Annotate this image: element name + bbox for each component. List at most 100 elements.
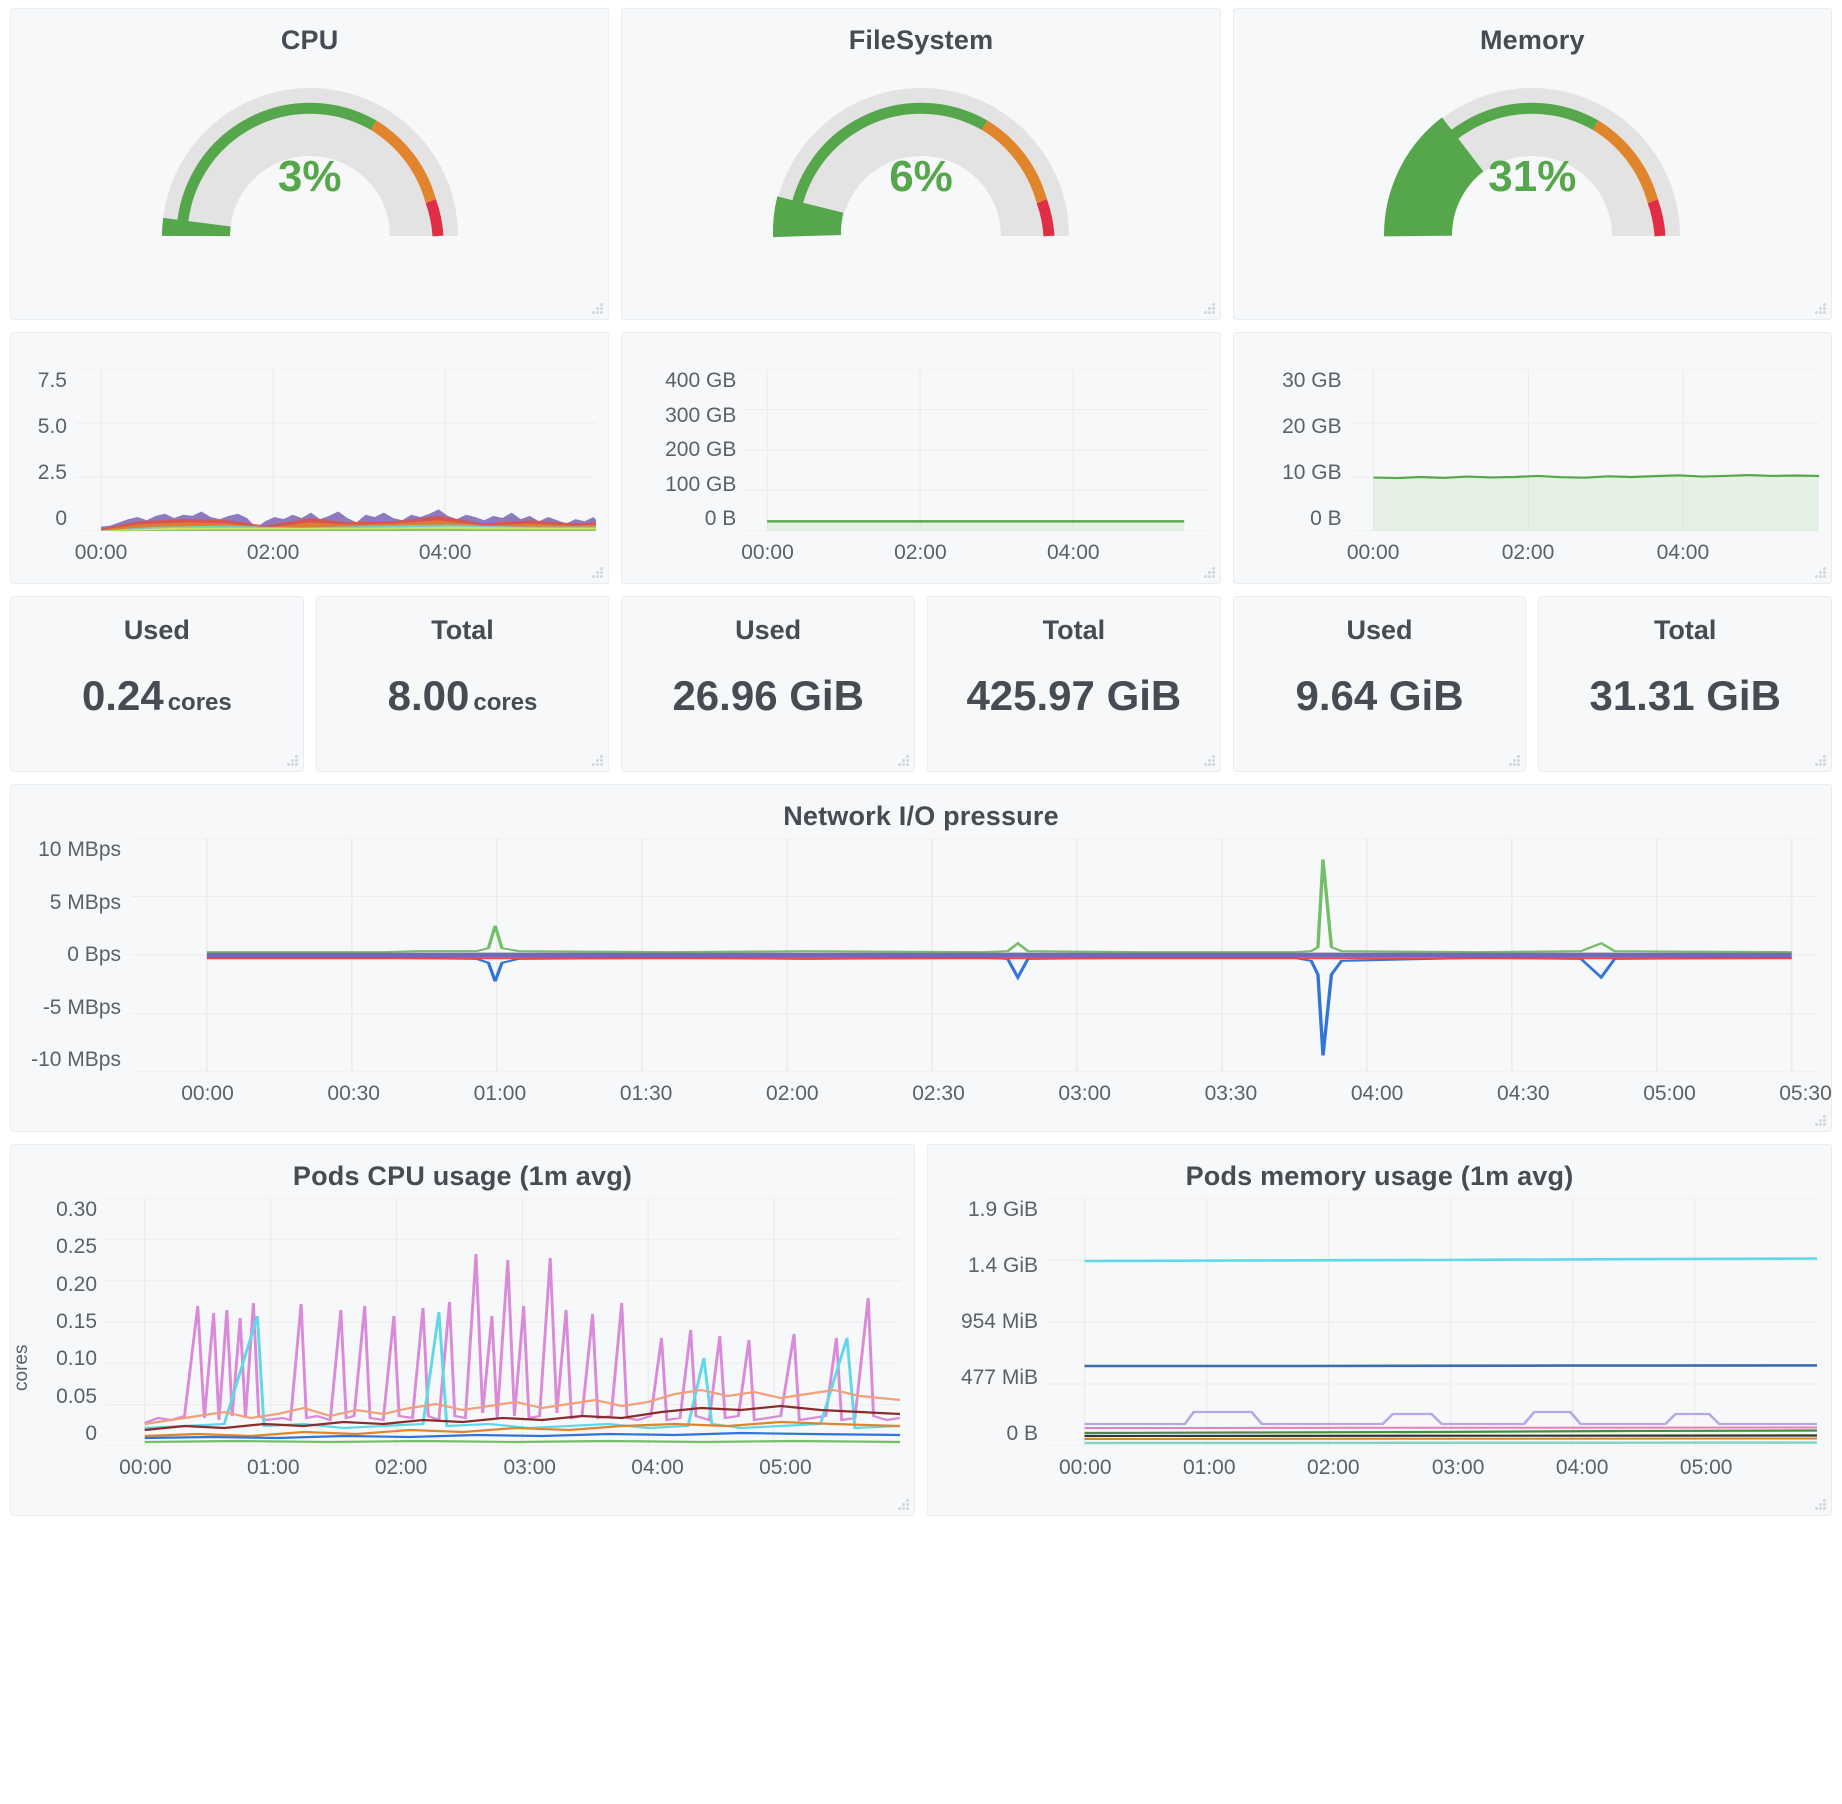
y-tick: 1.9 GiB <box>967 1198 1038 1221</box>
y-tick: 0.10 <box>56 1347 97 1371</box>
stat-label: Used <box>123 615 190 645</box>
stat-label: Total <box>1653 615 1717 645</box>
resize-handle-icon[interactable] <box>1812 300 1826 314</box>
y-tick: 0 Bps <box>67 943 121 966</box>
panel-pods-cpu[interactable]: Pods CPU usage (1m avg) cores 0.30 0.25 … <box>10 1144 915 1516</box>
panel-stat-memory-used[interactable]: Used 9.64 GiB <box>1232 596 1527 772</box>
stat-label: Total <box>431 615 494 645</box>
x-tick: 01:30 <box>619 1082 673 1105</box>
stat-unit: GiB <box>789 672 864 719</box>
pods-cpu-plot <box>105 1198 900 1446</box>
panel-stat-filesystem-total[interactable]: Total 425.97 GiB <box>927 596 1221 772</box>
panel-memory-timeseries[interactable]: 30 GB 20 GB 10 GB 0 B 00:00 02:00 04:00 <box>1232 332 1832 584</box>
y-tick: 0 <box>55 507 67 530</box>
y-tick: 10 GB <box>1282 461 1342 484</box>
y-tick: 1.4 GiB <box>967 1254 1038 1277</box>
resize-handle-icon[interactable] <box>1812 752 1827 766</box>
gauge-memory: 31% <box>1234 64 1831 244</box>
cpu-ts-x-axis: 00:00 02:00 04:00 <box>75 541 596 571</box>
resize-handle-icon[interactable] <box>589 752 604 766</box>
resize-handle-icon[interactable] <box>1506 752 1521 766</box>
network-plot <box>131 838 1817 1072</box>
resize-handle-icon[interactable] <box>1201 752 1215 766</box>
x-tick: 02:00 <box>374 1456 428 1479</box>
resize-handle-icon[interactable] <box>895 1496 909 1510</box>
filesystem-ts-x-axis: 00:00 02:00 04:00 <box>741 541 1207 571</box>
resize-handle-icon[interactable] <box>895 752 910 766</box>
panel-stat-memory-total[interactable]: Total 31.31 GiB <box>1538 596 1833 772</box>
stat-number: 0.24 <box>81 672 164 719</box>
x-tick: 01:00 <box>473 1082 527 1105</box>
filesystem-ts-y-axis: 400 GB 300 GB 200 GB 100 GB 0 B <box>634 347 744 577</box>
x-tick: 02:00 <box>246 541 300 564</box>
panel-cpu-timeseries[interactable]: 7.5 5.0 2.5 0 00:00 02:00 04:00 <box>10 332 610 584</box>
network-x-axis: 00:00 00:30 01:00 01:30 02:00 02:30 03:0… <box>131 1082 1831 1112</box>
stat-value: 425.97 GiB <box>966 672 1181 720</box>
x-tick: 05:00 <box>1679 1456 1733 1479</box>
panel-title-pods-cpu: Pods CPU usage (1m avg) <box>292 1161 633 1191</box>
x-tick: 03:00 <box>1431 1456 1485 1479</box>
y-tick: 0.05 <box>56 1384 97 1408</box>
cpu-ts-y-axis: 7.5 5.0 2.5 0 <box>23 347 75 577</box>
panel-pods-memory[interactable]: Pods memory usage (1m avg) 1.9 GiB 1.4 G… <box>927 1144 1832 1516</box>
x-tick: 05:00 <box>1643 1082 1696 1105</box>
resize-handle-icon[interactable] <box>284 752 298 766</box>
y-tick: 0 <box>85 1421 97 1445</box>
y-tick: 5.0 <box>37 415 67 438</box>
y-tick: 30 GB <box>1282 369 1342 392</box>
stat-value: 0.24 cores <box>82 672 232 720</box>
panel-stat-filesystem-used[interactable]: Used 26.96 GiB <box>621 596 916 772</box>
panel-gauge-memory[interactable]: Memory 31% <box>1232 8 1832 320</box>
network-row: Network I/O pressure 10 MBps 5 MBps 0 Bp… <box>10 784 1832 1132</box>
pods-row: Pods CPU usage (1m avg) cores 0.30 0.25 … <box>10 1144 1832 1516</box>
x-tick: 04:00 <box>1047 541 1100 564</box>
y-tick: -5 MBps <box>42 995 121 1019</box>
y-tick: 954 MiB <box>960 1310 1038 1333</box>
panel-filesystem-timeseries[interactable]: 400 GB 300 GB 200 GB 100 GB 0 B 00:00 02… <box>621 332 1221 584</box>
x-tick: 02:00 <box>766 1082 819 1105</box>
x-tick: 04:00 <box>1350 1082 1404 1105</box>
resize-handle-icon[interactable] <box>1201 300 1215 314</box>
panel-gauge-filesystem[interactable]: FileSystem 6% <box>621 8 1221 320</box>
x-tick: 04:00 <box>1656 541 1710 564</box>
gauge-filesystem: 6% <box>622 64 1219 244</box>
pods-cpu-y-axis: 0.30 0.25 0.20 0.15 0.10 0.05 0 <box>33 1192 105 1492</box>
stat-number: 31.31 <box>1589 672 1695 719</box>
panel-title-filesystem: FileSystem <box>848 25 994 55</box>
stat-label: Used <box>1346 615 1413 645</box>
panel-stat-cpu-total[interactable]: Total 8.00 cores <box>315 596 610 772</box>
x-tick: 04:00 <box>631 1456 684 1479</box>
panel-stat-cpu-used[interactable]: Used 0.24 cores <box>10 596 304 772</box>
panel-network-io[interactable]: Network I/O pressure 10 MBps 5 MBps 0 Bp… <box>10 784 1832 1132</box>
filesystem-ts-plot <box>744 369 1208 531</box>
y-tick: 5 MBps <box>49 890 121 914</box>
resize-handle-icon[interactable] <box>1812 1496 1826 1510</box>
x-tick: 03:00 <box>503 1456 556 1479</box>
y-tick: 100 GB <box>665 472 737 496</box>
stat-value: 26.96 GiB <box>672 672 863 720</box>
pods-memory-y-axis: 1.9 GiB 1.4 GiB 954 MiB 477 MiB 0 B <box>928 1192 1046 1492</box>
y-tick: 0.30 <box>56 1198 97 1221</box>
stat-label: Total <box>1042 615 1106 645</box>
dashboard-root: CPU 3% FileSystem 6% Memory 31% 7.5 5.0 … <box>0 0 1842 1526</box>
panel-gauge-cpu[interactable]: CPU 3% <box>10 8 610 320</box>
x-tick: 04:00 <box>418 541 472 564</box>
memory-ts-y-axis: 30 GB 20 GB 10 GB 0 B <box>1246 347 1350 577</box>
y-tick: 0.20 <box>56 1272 97 1296</box>
x-tick: 00:00 <box>1346 541 1400 564</box>
y-tick: 0 B <box>704 507 737 530</box>
stat-value: 9.64 GiB <box>1295 672 1463 720</box>
x-tick: 00:00 <box>741 541 794 564</box>
y-tick: -10 MBps <box>31 1048 121 1071</box>
y-tick: 7.5 <box>37 369 67 392</box>
stat-number: 26.96 <box>672 672 778 719</box>
x-tick: 02:00 <box>1307 1456 1360 1479</box>
gauge-filesystem-value: 6% <box>889 152 953 201</box>
stat-value: 8.00 cores <box>388 672 538 720</box>
y-tick: 400 GB <box>665 369 737 392</box>
panel-title-network: Network I/O pressure <box>783 801 1059 831</box>
x-tick: 02:00 <box>1501 541 1555 564</box>
gauge-memory-value: 31% <box>1488 152 1577 201</box>
resize-handle-icon[interactable] <box>589 300 604 314</box>
panel-title-cpu: CPU <box>280 25 339 55</box>
